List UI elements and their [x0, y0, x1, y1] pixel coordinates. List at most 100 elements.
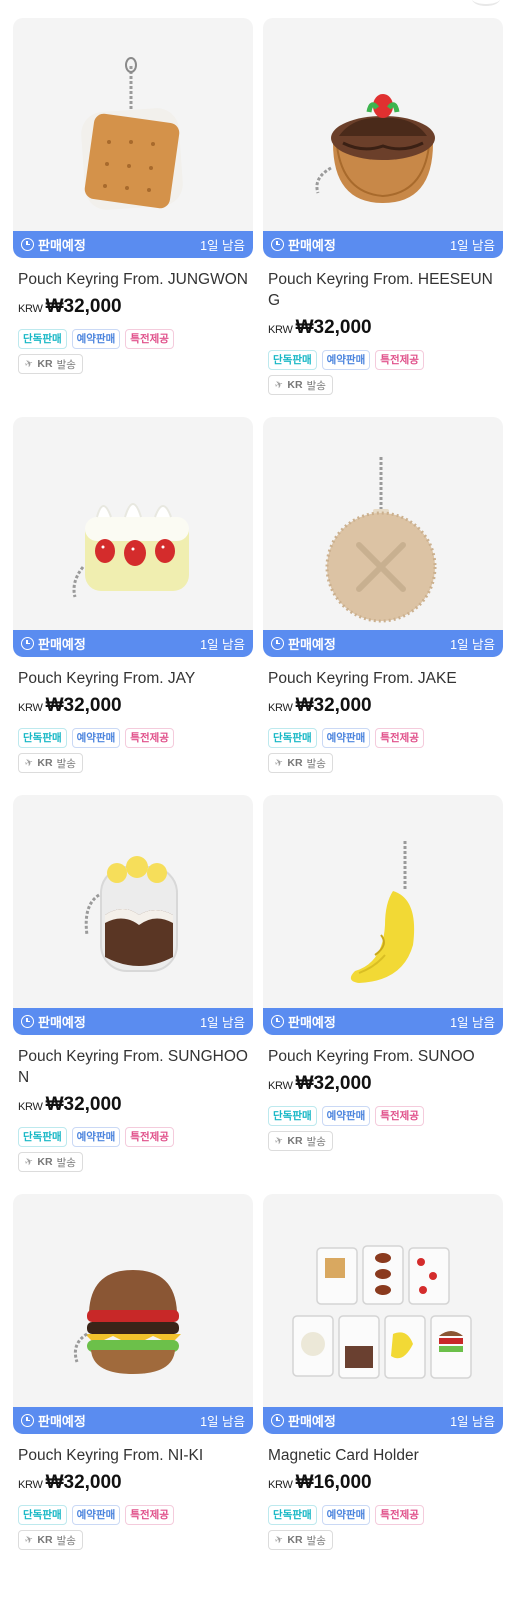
tag-list: 단독판매 예약판매 특전제공 — [13, 329, 253, 349]
tag-benefit: 특전제공 — [125, 1127, 174, 1147]
tag-exclusive: 단독판매 — [18, 1127, 67, 1147]
ship-label: 발송 — [56, 1534, 76, 1547]
ship-region: KR — [287, 1534, 303, 1546]
remaining-time: 1일 남음 — [450, 1016, 495, 1030]
tag-exclusive: 단독판매 — [268, 1505, 317, 1525]
remaining-time: 1일 남음 — [200, 638, 245, 652]
product-title[interactable]: Pouch Keyring From. JAKE — [263, 668, 503, 689]
airplane-icon: ✈ — [273, 378, 286, 392]
sale-status-bar: 판매예정 1일 남음 — [263, 231, 503, 258]
clock-icon — [21, 637, 34, 650]
price-amount: ₩32,000 — [295, 1073, 372, 1094]
tag-preorder: 예약판매 — [71, 1127, 121, 1147]
sale-status-bar: 판매예정 1일 남음 — [13, 1407, 253, 1434]
product-price: KRW ₩32,000 — [13, 296, 253, 318]
status-label: 판매예정 — [38, 1414, 86, 1429]
product-title[interactable]: Pouch Keyring From. NI-KI — [13, 1445, 253, 1466]
currency-code: KRW — [18, 303, 43, 315]
product-price: KRW ₩32,000 — [263, 317, 503, 339]
remaining-time: 1일 남음 — [450, 638, 495, 652]
currency-code: KRW — [268, 1479, 293, 1491]
airplane-icon: ✈ — [23, 1533, 36, 1547]
price-amount: ₩32,000 — [295, 317, 372, 338]
tag-preorder: 예약판매 — [321, 1505, 371, 1525]
product-title[interactable]: Pouch Keyring From. HEESEUNG — [263, 269, 503, 311]
burger-pouch-image — [73, 1270, 181, 1374]
status-label: 판매예정 — [288, 1015, 336, 1030]
tag-exclusive: 단독판매 — [268, 350, 317, 370]
ship-label: 발송 — [56, 1156, 76, 1169]
ship-label: 발송 — [306, 379, 326, 392]
clock-icon — [271, 238, 284, 251]
product-image[interactable]: 판매예정 1일 남음 — [263, 1194, 503, 1434]
product-card[interactable]: 판매예정 1일 남음 Pouch Keyring From. HEESEUNG … — [263, 18, 503, 395]
product-card[interactable]: 판매예정 1일 남음 Pouch Keyring From. NI-KI KRW… — [13, 1194, 253, 1550]
product-image[interactable]: 판매예정 1일 남음 — [263, 417, 503, 657]
top-edge — [0, 0, 526, 10]
tart-pouch-image — [315, 94, 435, 203]
remaining-time: 1일 남음 — [200, 1415, 245, 1429]
sale-status-bar: 판매예정 1일 남음 — [263, 1008, 503, 1035]
tag-list: 단독판매 예약판매 특전제공 — [263, 350, 503, 370]
currency-code: KRW — [268, 324, 293, 336]
currency-code: KRW — [18, 1479, 43, 1491]
strawberry-cake-pouch-image — [72, 503, 189, 598]
remaining-time: 1일 남음 — [200, 239, 245, 253]
product-card[interactable]: 판매예정 1일 남음 Pouch Keyring From. JAY KRW ₩… — [13, 417, 253, 773]
shipping-badge: ✈ KR 발송 — [18, 753, 83, 773]
currency-code: KRW — [18, 1101, 43, 1113]
price-amount: ₩32,000 — [45, 695, 122, 716]
status-label: 판매예정 — [288, 1414, 336, 1429]
sale-status-bar: 판매예정 1일 남음 — [263, 1407, 503, 1434]
sale-status-bar: 판매예정 1일 남음 — [13, 630, 253, 657]
ship-label: 발송 — [56, 358, 76, 371]
currency-code: KRW — [18, 702, 43, 714]
tag-exclusive: 단독판매 — [18, 1505, 67, 1525]
tag-preorder: 예약판매 — [321, 728, 371, 748]
tag-exclusive: 단독판매 — [268, 1106, 317, 1126]
product-title[interactable]: Pouch Keyring From. JAY — [13, 668, 253, 689]
product-price: KRW ₩32,000 — [13, 695, 253, 717]
tag-list: 단독판매 예약판매 특전제공 — [13, 728, 253, 748]
product-image[interactable]: 판매예정 1일 남음 — [13, 417, 253, 657]
tag-preorder: 예약판매 — [71, 728, 121, 748]
product-card[interactable]: 판매예정 1일 남음 Pouch Keyring From. JAKE KRW … — [263, 417, 503, 773]
tag-exclusive: 단독판매 — [18, 728, 67, 748]
currency-code: KRW — [268, 1080, 293, 1092]
tag-benefit: 특전제공 — [375, 1505, 424, 1525]
product-card[interactable]: 판매예정 1일 남음 Pouch Keyring From. JUNGWON K… — [13, 18, 253, 374]
sale-status-bar: 판매예정 1일 남음 — [13, 1008, 253, 1035]
product-image[interactable]: 판매예정 1일 남음 — [263, 18, 503, 258]
cookie-pouch-image — [325, 457, 437, 623]
tag-preorder: 예약판매 — [71, 329, 121, 349]
product-card[interactable]: 판매예정 1일 남음 Pouch Keyring From. SUNOO KRW… — [263, 795, 503, 1151]
product-price: KRW ₩32,000 — [263, 1073, 503, 1095]
tag-exclusive: 단독판매 — [268, 728, 317, 748]
product-price: KRW ₩16,000 — [263, 1472, 503, 1494]
remaining-time: 1일 남음 — [450, 1415, 495, 1429]
product-image[interactable]: 판매예정 1일 남음 — [13, 18, 253, 258]
ship-label: 발송 — [56, 757, 76, 770]
tag-list: 단독판매 예약판매 특전제공 — [13, 1127, 253, 1147]
product-image[interactable]: 판매예정 1일 남음 — [263, 795, 503, 1035]
product-title[interactable]: Pouch Keyring From. SUNOO — [263, 1046, 503, 1067]
product-image[interactable]: 판매예정 1일 남음 — [13, 795, 253, 1035]
clock-icon — [271, 1015, 284, 1028]
tag-exclusive: 단독판매 — [18, 329, 67, 349]
tag-preorder: 예약판매 — [321, 1106, 371, 1126]
price-amount: ₩32,000 — [45, 1094, 122, 1115]
product-card[interactable]: 판매예정 1일 남음 Pouch Keyring From. SUNGHOON … — [13, 795, 253, 1172]
shipping-badge: ✈ KR 발송 — [268, 1530, 333, 1550]
price-amount: ₩32,000 — [45, 296, 122, 317]
product-title[interactable]: Pouch Keyring From. JUNGWON — [13, 269, 253, 290]
product-card[interactable]: 판매예정 1일 남음 Magnetic Card Holder KRW ₩16,… — [263, 1194, 503, 1550]
product-title[interactable]: Magnetic Card Holder — [263, 1445, 503, 1466]
status-label: 판매예정 — [288, 637, 336, 652]
ship-region: KR — [287, 1135, 303, 1147]
ship-region: KR — [37, 757, 53, 769]
product-image[interactable]: 판매예정 1일 남음 — [13, 1194, 253, 1434]
currency-code: KRW — [268, 702, 293, 714]
product-title[interactable]: Pouch Keyring From. SUNGHOON — [13, 1046, 253, 1088]
tag-benefit: 특전제공 — [375, 1106, 424, 1126]
ship-region: KR — [37, 1156, 53, 1168]
